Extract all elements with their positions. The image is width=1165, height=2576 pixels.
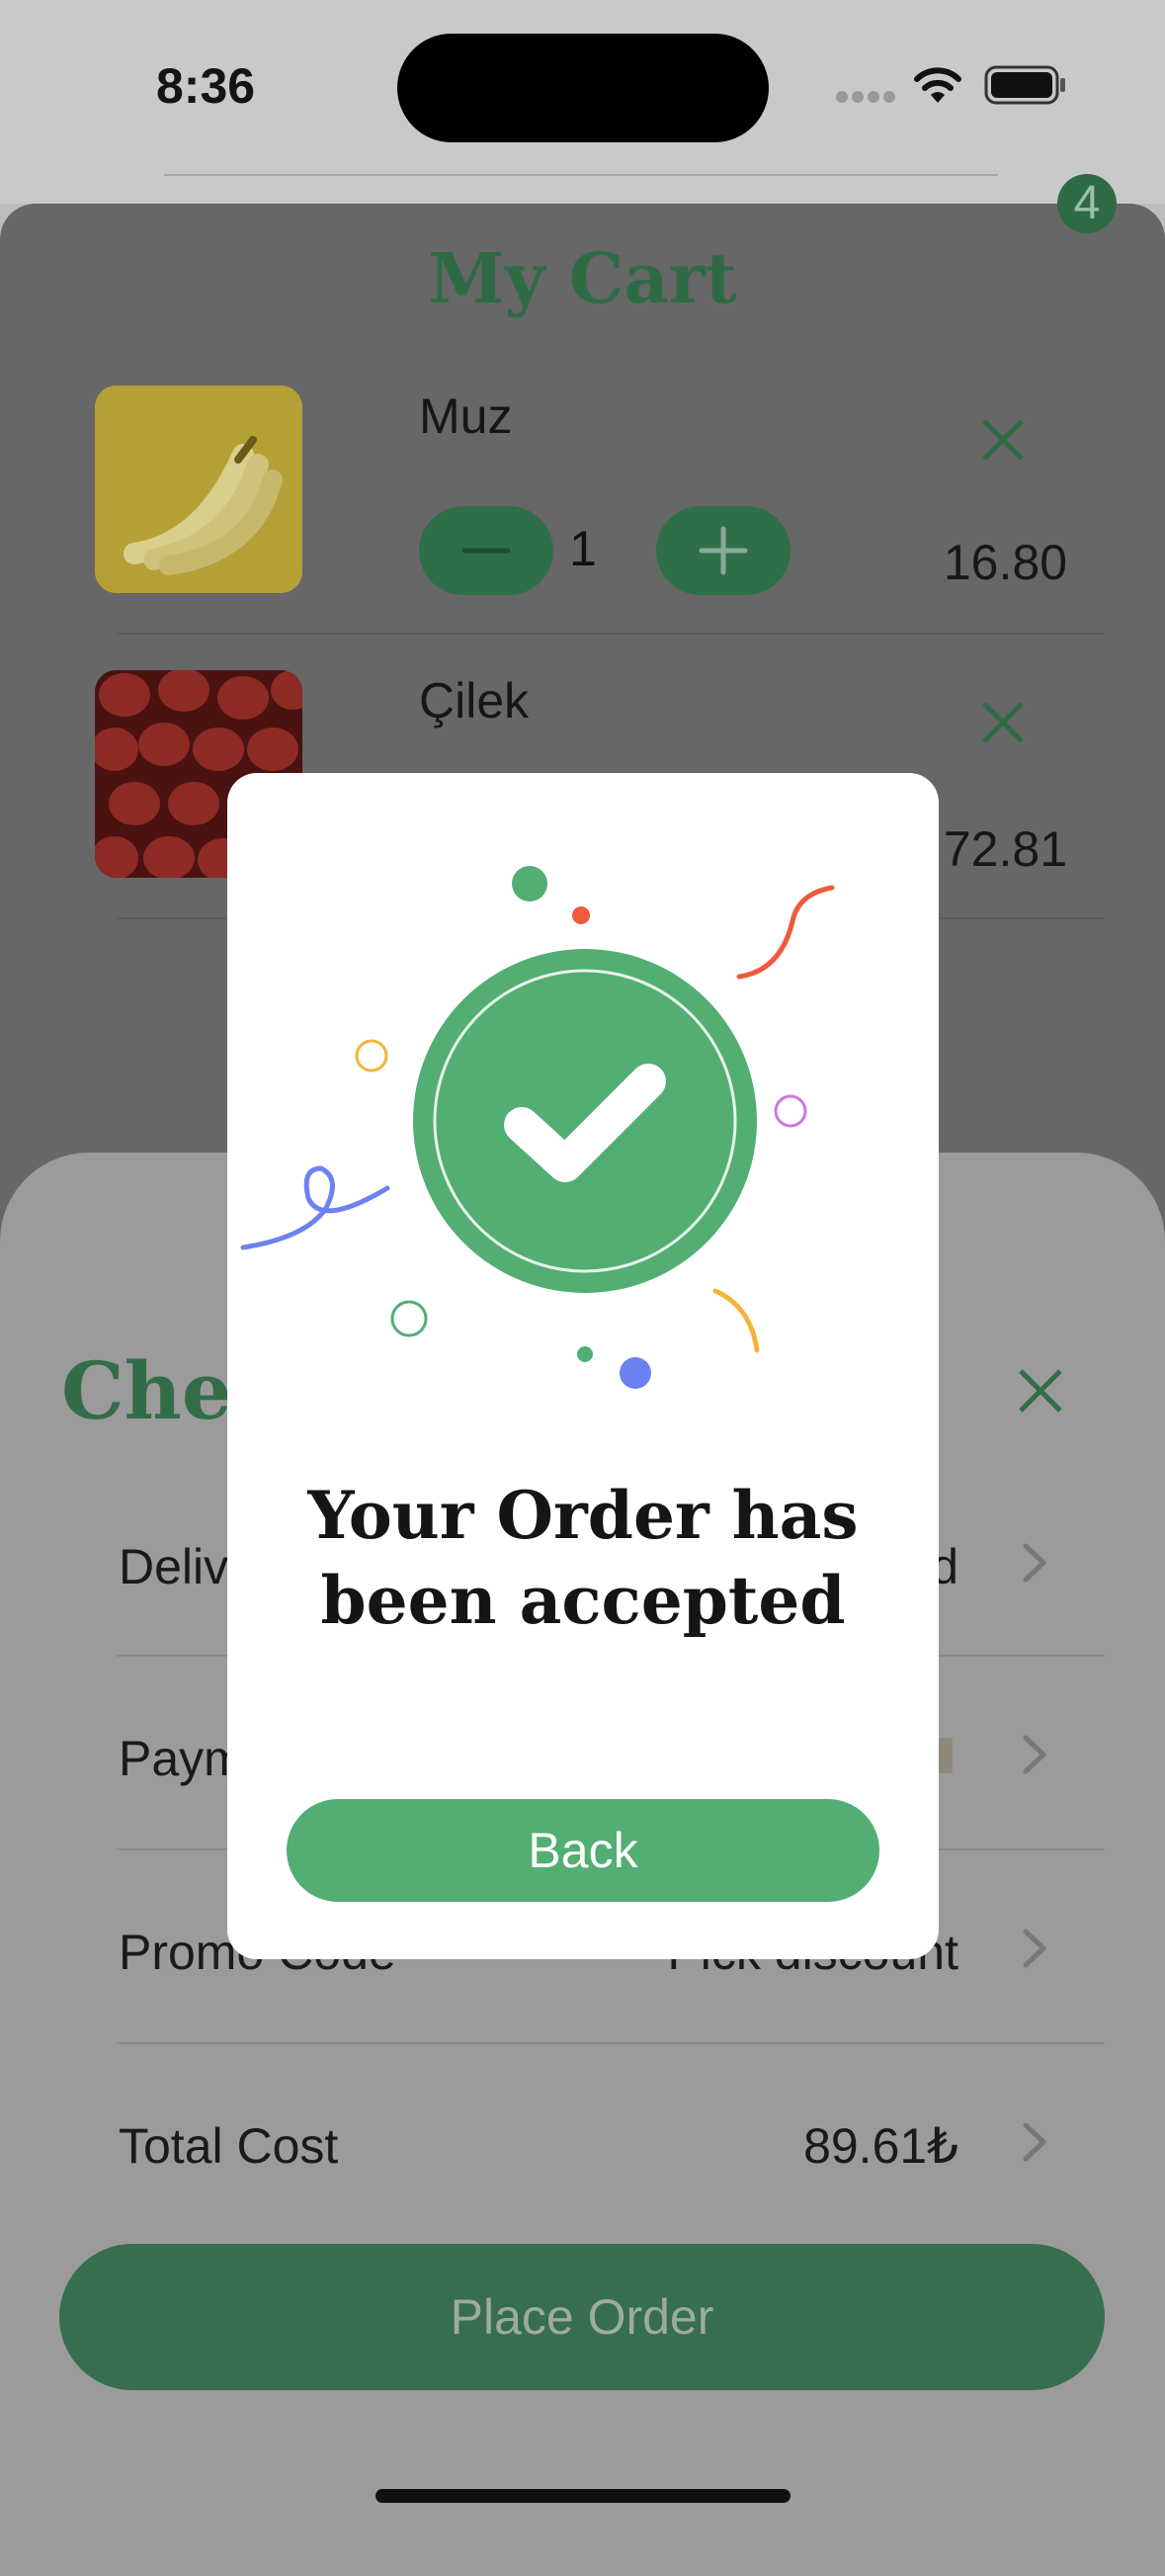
banana-image [95,386,302,593]
row-label: Total Cost [119,2118,339,2174]
order-accepted-dialog: Your Order has been accepted Back [227,773,939,1959]
dynamic-island [397,34,769,142]
dialog-title-line: Your Order has [307,1477,859,1554]
total-cost-value: 89.61₺ [803,2118,958,2174]
dialog-title: Your Order has been accepted [227,1473,939,1643]
cart-title: My Cart [428,237,737,319]
success-illustration [240,866,835,1389]
wifi-icon [914,67,961,103]
item-name: Muz [419,388,513,444]
quantity-value: 1 [569,521,597,576]
signal-icon [836,91,895,103]
back-button[interactable]: Back [287,1799,879,1902]
checkout-row-total[interactable]: Total Cost 89.61₺ [0,2098,1165,2187]
dialog-title-line: been accepted [320,1562,846,1639]
item-name: Çilek [419,673,530,729]
row-divider [117,2042,1105,2044]
home-indicator [375,2489,791,2503]
status-time: 8:36 [156,58,256,114]
remove-item-icon[interactable] [978,415,1028,465]
chevron-right-icon [1023,1735,1046,1774]
row-label: Paym [119,1731,245,1786]
remove-item-icon[interactable] [978,698,1028,747]
item-price: 16.80 [943,535,1067,590]
plus-icon [699,526,748,575]
cart-count-badge: 4 [1057,174,1117,233]
place-order-button[interactable]: Place Order [59,2244,1105,2390]
top-divider [164,174,998,176]
chevron-right-icon [1023,1929,1046,1968]
close-checkout-icon[interactable] [1016,1366,1065,1416]
chevron-right-icon [1023,2122,1046,2162]
minus-icon [461,548,511,554]
battery-icon [984,65,1065,105]
chevron-right-icon [1023,1543,1046,1583]
item-divider [117,633,1105,635]
row-label: Deliv [119,1539,229,1594]
decrease-quantity-button[interactable] [419,506,553,595]
increase-quantity-button[interactable] [656,506,791,595]
